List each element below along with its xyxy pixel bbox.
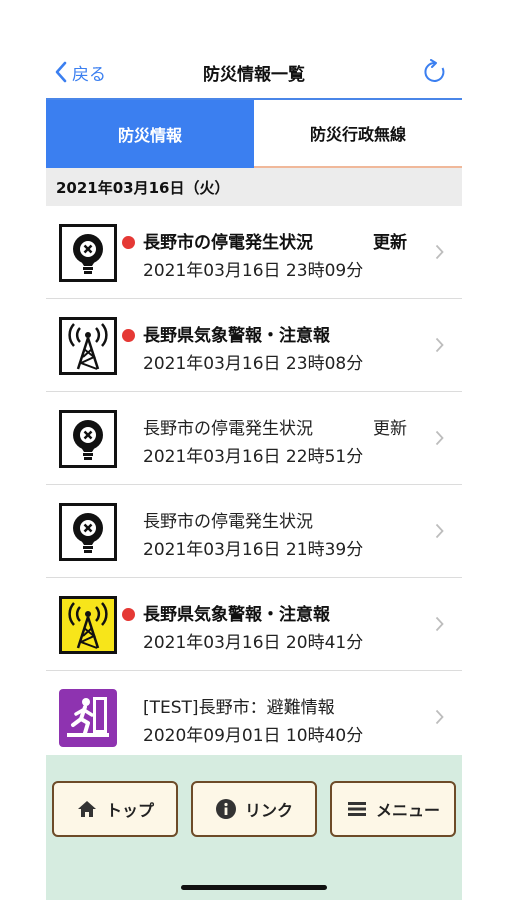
chevron-right-icon [435,709,444,725]
home-icon [77,801,96,817]
nav-header: 戻る 防災情報一覧 [46,46,462,98]
update-badge: 更新 [373,419,407,439]
evacuation-icon [59,689,117,747]
info-list: 長野市の停電発生状況 更新 2021年03月16日 23時09分 長野県気象警報… [46,206,462,764]
chevron-right-icon [435,616,444,632]
item-datetime: 2021年03月16日 22時51分 [143,447,364,467]
item-title: 長野県気象警報・注意報 [143,326,330,346]
list-item[interactable]: [TEST]長野市：避難情報 2020年09月01日 10時40分 [46,671,462,764]
home-indicator [181,885,327,890]
blackout-bulb-icon [59,224,117,282]
bottom-nav: トップ リンク メニュー [46,755,462,900]
unread-dot [122,236,135,249]
item-datetime: 2021年03月16日 23時08分 [143,354,364,374]
chevron-right-icon [435,430,444,446]
back-button[interactable]: 戻る [54,46,106,98]
chevron-right-icon [435,337,444,353]
item-datetime: 2020年09月01日 10時40分 [143,726,364,746]
tab-disaster-radio[interactable]: 防災行政無線 [254,100,462,168]
list-item[interactable]: 長野市の停電発生状況 2021年03月16日 21時39分 [46,485,462,578]
item-datetime: 2021年03月16日 21時39分 [143,540,364,560]
unread-dot [122,608,135,621]
tab-bar: 防災情報 防災行政無線 [46,98,462,168]
top-button[interactable]: トップ [52,781,178,837]
back-label: 戻る [72,64,106,85]
refresh-icon[interactable] [422,59,448,85]
item-datetime: 2021年03月16日 23時09分 [143,261,364,281]
chevron-right-icon [435,523,444,539]
item-title: 長野市の停電発生状況 [143,512,313,532]
info-icon [215,799,236,819]
tab-disaster-info[interactable]: 防災情報 [46,100,254,168]
update-badge: 更新 [373,233,407,253]
date-section-header: 2021年03月16日（火） [46,168,462,206]
antenna-tower-icon [59,317,117,375]
page-title: 防災情報一覧 [203,64,305,85]
list-item[interactable]: 長野県気象警報・注意報 2021年03月16日 20時41分 [46,578,462,671]
menu-button-label: メニュー [375,801,440,820]
item-datetime: 2021年03月16日 20時41分 [143,633,364,653]
unread-dot [122,329,135,342]
blackout-bulb-icon [59,503,117,561]
antenna-tower-yellow-icon [59,596,117,654]
item-title: 長野県気象警報・注意報 [143,605,330,625]
list-item[interactable]: 長野市の停電発生状況 更新 2021年03月16日 23時09分 [46,206,462,299]
chevron-left-icon [55,61,67,83]
hamburger-menu-icon [347,802,366,816]
app-screen: 戻る 防災情報一覧 防災情報 防災行政無線 2021年03月16日（火） 長野市… [46,0,462,900]
item-title: [TEST]長野市：避難情報 [143,698,335,718]
top-button-label: トップ [105,801,154,820]
chevron-right-icon [435,244,444,260]
list-item[interactable]: 長野県気象警報・注意報 2021年03月16日 23時08分 [46,299,462,392]
list-item[interactable]: 長野市の停電発生状況 更新 2021年03月16日 22時51分 [46,392,462,485]
menu-button[interactable]: メニュー [330,781,456,837]
link-button-label: リンク [244,801,293,820]
link-button[interactable]: リンク [191,781,317,837]
blackout-bulb-icon [59,410,117,468]
